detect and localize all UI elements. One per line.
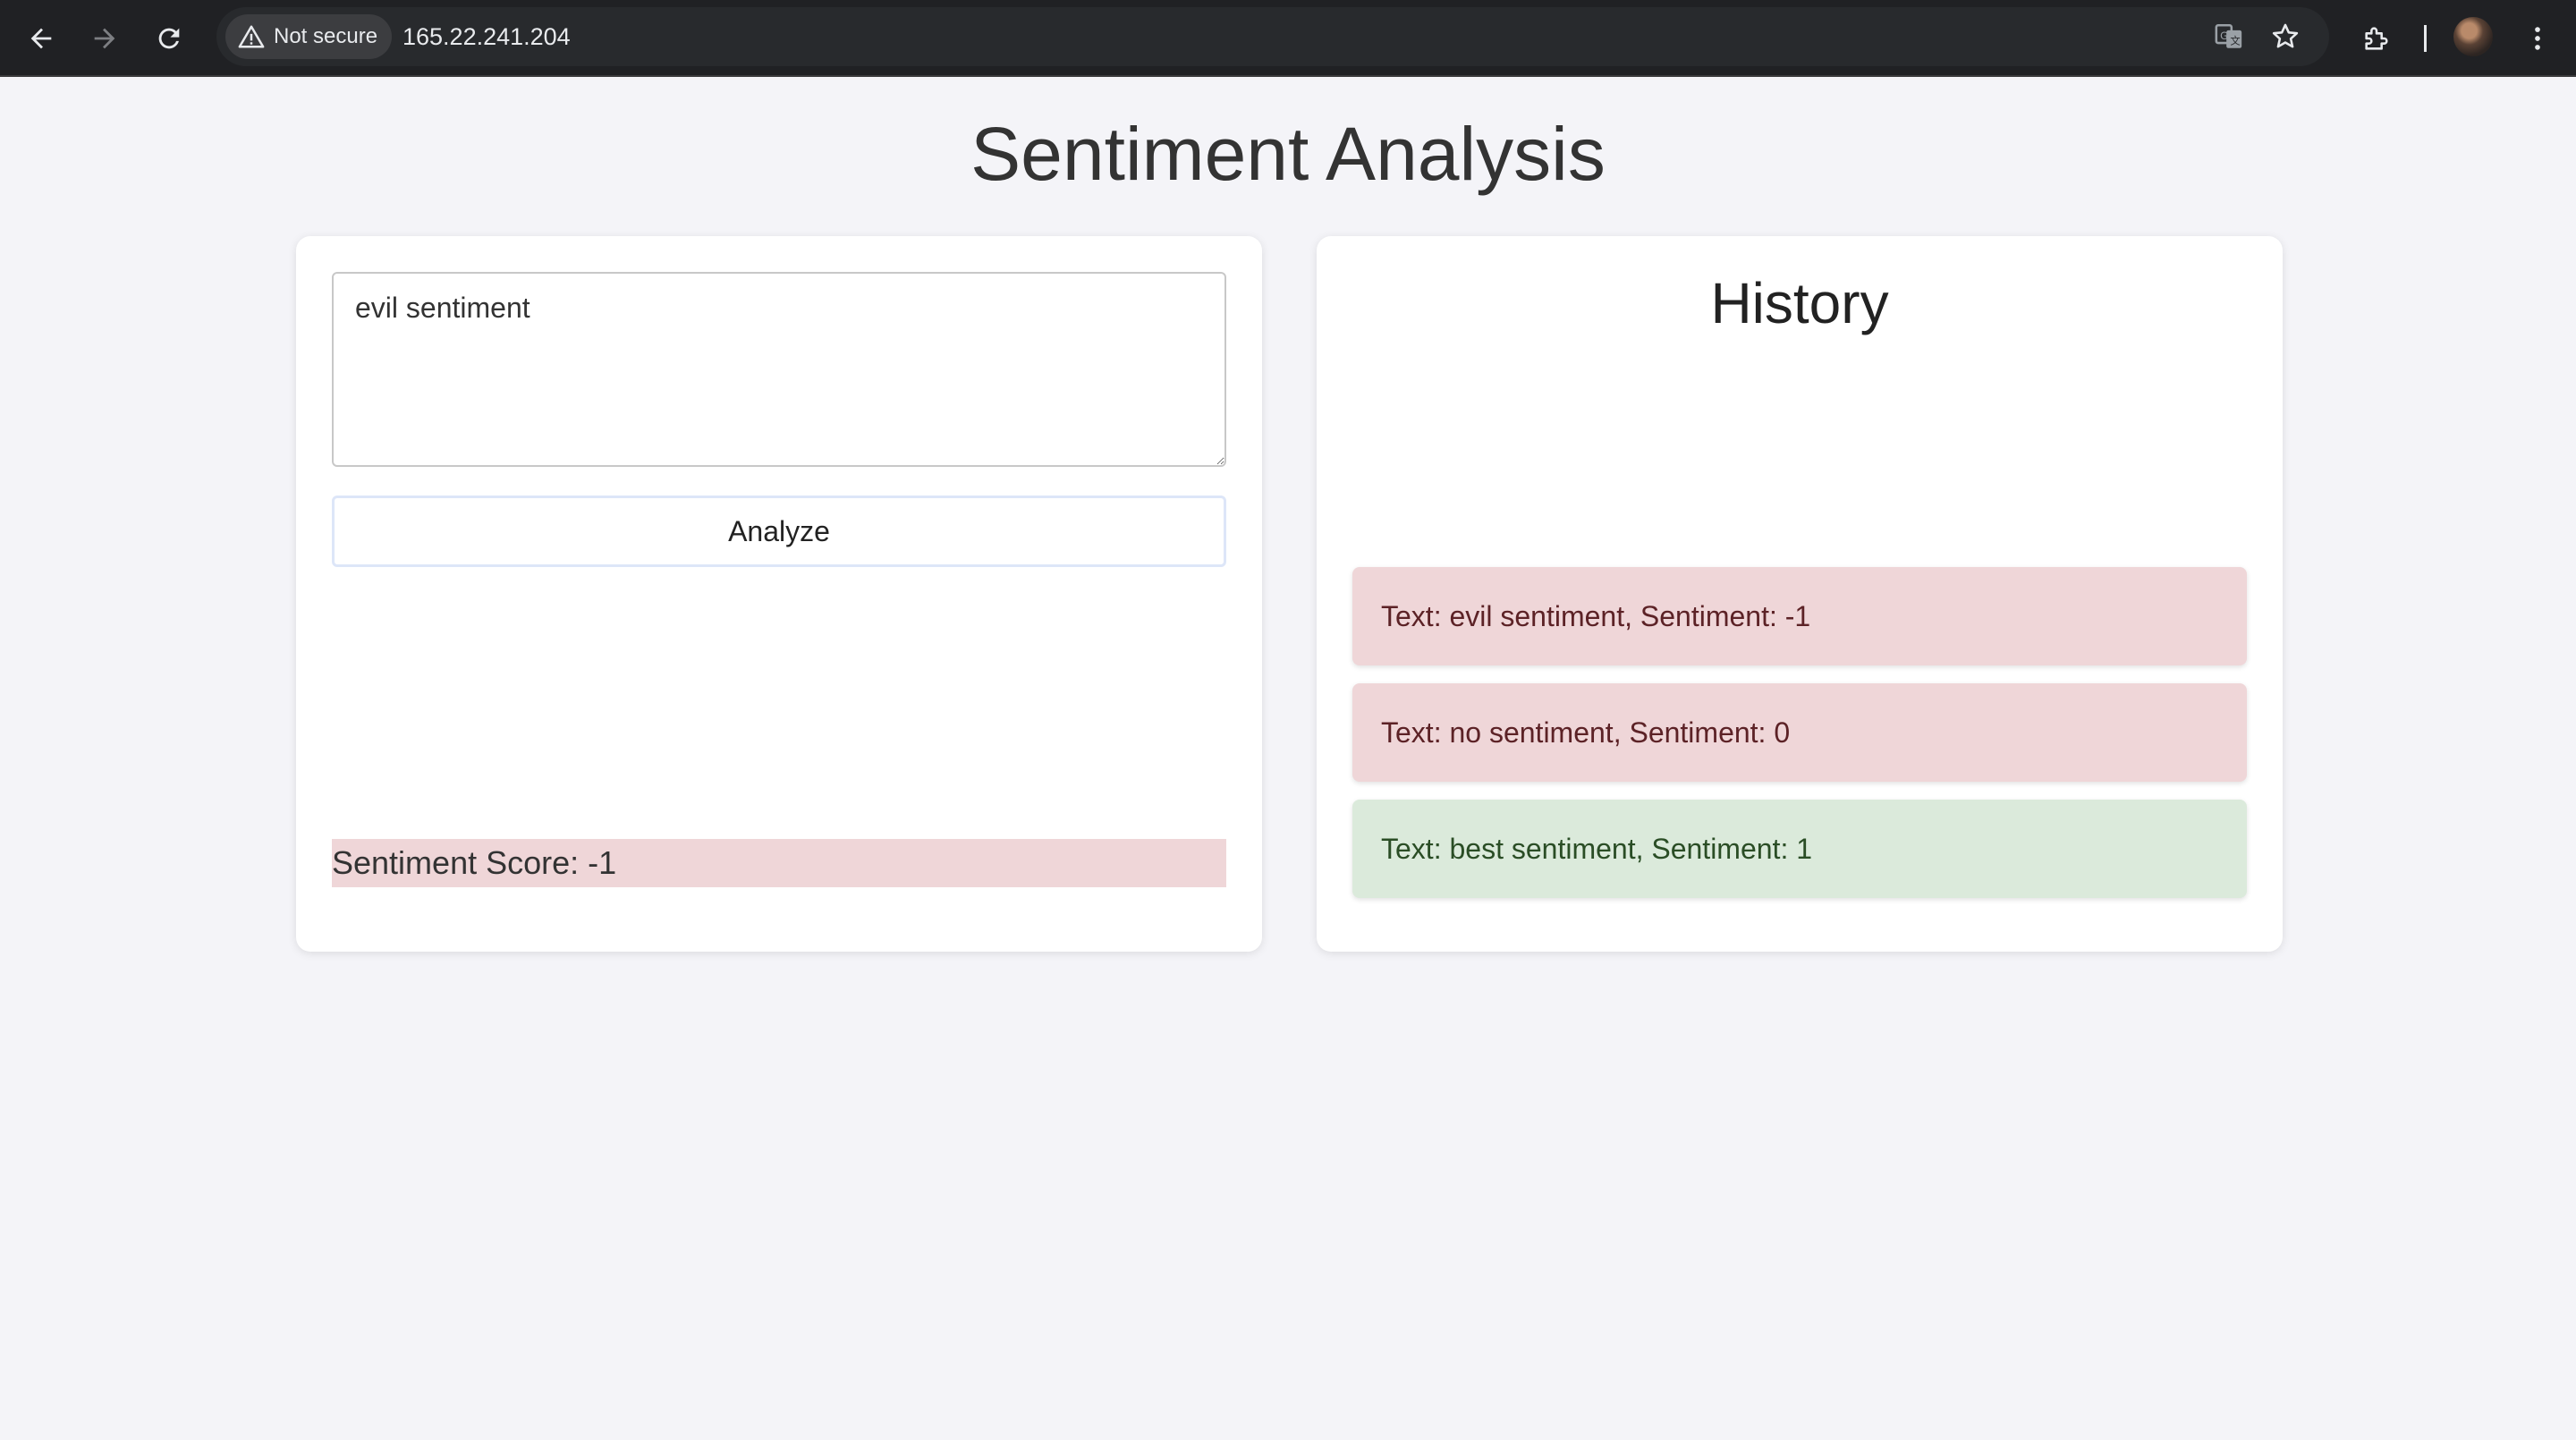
browser-toolbar: Not secure 165.22.241.204 G文 — [0, 0, 2576, 77]
menu-button[interactable] — [2516, 17, 2559, 60]
history-item: Text: best sentiment, Sentiment: 1 — [1352, 800, 2247, 898]
url-text[interactable]: 165.22.241.204 — [402, 7, 571, 66]
sentiment-score: Sentiment Score: -1 — [332, 839, 1226, 887]
page-content: Sentiment Analysis evil sentiment Analyz… — [0, 77, 2576, 1440]
forward-button[interactable] — [82, 16, 127, 61]
toolbar-divider — [2424, 25, 2427, 52]
history-item: Text: evil sentiment, Sentiment: -1 — [1352, 567, 2247, 665]
analyze-button[interactable]: Analyze — [332, 496, 1226, 567]
puzzle-icon — [2365, 27, 2388, 50]
arrow-right-icon — [94, 28, 115, 49]
analyzer-card: evil sentiment Analyze Sentiment Score: … — [296, 236, 1262, 952]
security-chip[interactable]: Not secure — [225, 14, 393, 59]
sentiment-text-input[interactable]: evil sentiment — [332, 272, 1226, 467]
history-title: History — [1710, 271, 1889, 335]
warning-triangle-icon — [238, 25, 265, 48]
star-icon — [2272, 23, 2299, 48]
history-item: Text: no sentiment, Sentiment: 0 — [1352, 683, 2247, 782]
security-label: Not secure — [274, 24, 378, 48]
avatar[interactable] — [2453, 17, 2493, 56]
reload-button[interactable] — [147, 16, 191, 61]
svg-text:G: G — [2220, 30, 2228, 42]
translate-button[interactable]: G文 — [2211, 19, 2247, 55]
extensions-button[interactable] — [2355, 17, 2398, 60]
translate-icon: G文 — [2215, 23, 2242, 48]
svg-text:文: 文 — [2230, 35, 2240, 47]
arrow-left-icon — [30, 28, 52, 49]
history-list: Text: evil sentiment, Sentiment: -1 Text… — [1352, 567, 2247, 916]
kebab-menu-icon — [2535, 27, 2540, 50]
back-button[interactable] — [19, 16, 64, 61]
page-title: Sentiment Analysis — [970, 112, 1606, 196]
address-bar[interactable]: Not secure 165.22.241.204 G文 — [216, 7, 2329, 66]
history-card: History Text: evil sentiment, Sentiment:… — [1317, 236, 2283, 952]
bookmark-button[interactable] — [2267, 19, 2303, 55]
reload-icon — [158, 28, 180, 49]
